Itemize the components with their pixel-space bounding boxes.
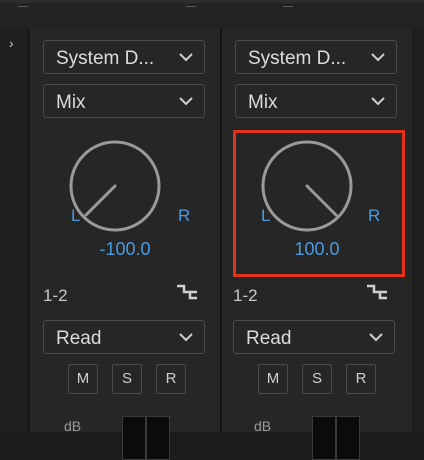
tab-divider (186, 0, 196, 7)
mute-button[interactable]: M (68, 364, 98, 394)
panel-tab-bar (0, 0, 424, 28)
level-meter (122, 416, 174, 460)
mute-button[interactable]: M (258, 364, 288, 394)
mode-dropdown[interactable]: Mix (43, 84, 205, 118)
pan-knob[interactable] (67, 138, 163, 234)
chevron-down-icon (179, 97, 193, 106)
record-button[interactable]: R (156, 364, 186, 394)
chevron-down-icon (371, 53, 385, 62)
tab-divider (18, 0, 28, 7)
automation-dropdown-label: Read (246, 328, 292, 349)
mode-dropdown-label: Mix (248, 92, 278, 113)
pan-value[interactable]: 100.0 (222, 239, 412, 260)
level-meter (312, 416, 364, 460)
solo-button[interactable]: S (302, 364, 332, 394)
pan-value[interactable]: -100.0 (30, 239, 220, 260)
output-dropdown-label: System D... (248, 48, 347, 69)
chevron-down-icon (369, 333, 383, 342)
routing-icon[interactable] (176, 282, 198, 302)
audio-channel-strip-2: System D... Mix L R 100.0 1-2 Read M S R… (222, 28, 412, 460)
automation-dropdown[interactable]: Read (43, 320, 205, 354)
chevron-down-icon (179, 333, 193, 342)
chevron-down-icon (179, 53, 193, 62)
meter-left (122, 416, 146, 460)
automation-dropdown[interactable]: Read (233, 320, 395, 354)
left-rail (0, 28, 29, 432)
right-edge-panel (413, 28, 424, 432)
tab-strip (0, 0, 424, 3)
channel-label: 1-2 (233, 286, 258, 305)
pan-right-label: R (178, 206, 191, 225)
output-dropdown[interactable]: System D... (43, 40, 205, 74)
automation-dropdown-label: Read (56, 328, 102, 349)
chevron-right-icon[interactable]: › (9, 36, 14, 50)
output-dropdown-label: System D... (56, 48, 155, 69)
routing-icon[interactable] (366, 282, 388, 302)
meter-left (312, 416, 336, 460)
mode-dropdown-label: Mix (56, 92, 86, 113)
solo-button[interactable]: S (112, 364, 142, 394)
mode-dropdown[interactable]: Mix (235, 84, 397, 118)
audio-channel-strip-1: System D... Mix L R -100.0 1-2 Read M S … (30, 28, 220, 460)
pan-right-label: R (368, 206, 381, 225)
pan-left-label: L (261, 206, 271, 225)
channel-label: 1-2 (43, 286, 68, 305)
meter-right (336, 416, 360, 460)
output-dropdown[interactable]: System D... (235, 40, 397, 74)
pan-left-label: L (71, 206, 81, 225)
record-button[interactable]: R (346, 364, 376, 394)
meter-right (146, 416, 170, 460)
tab-divider (283, 0, 293, 7)
chevron-down-icon (371, 97, 385, 106)
pan-knob[interactable] (259, 138, 355, 234)
